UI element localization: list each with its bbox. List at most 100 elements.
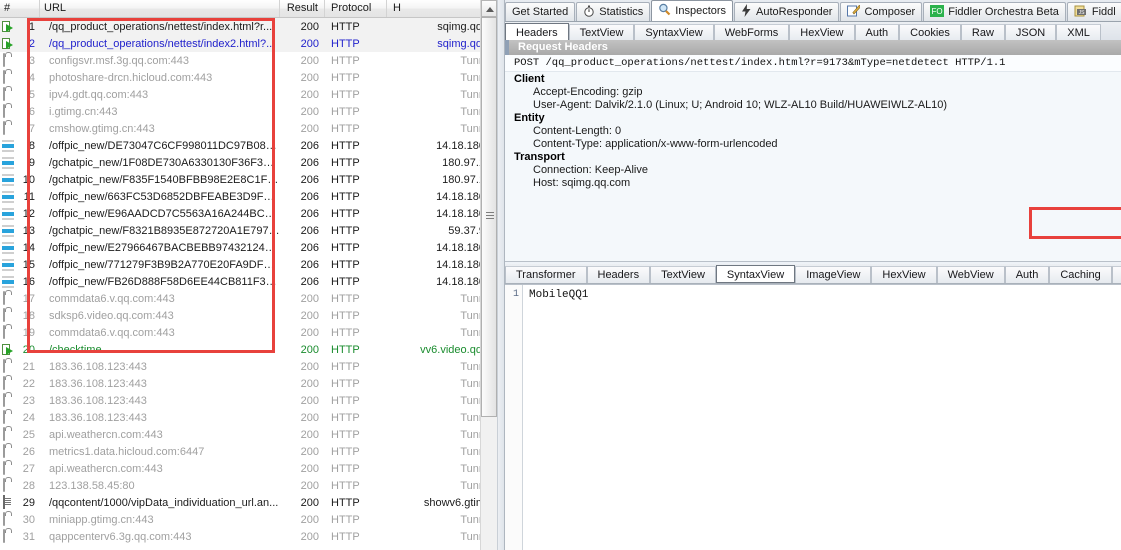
response-tab-imageview[interactable]: ImageView: [795, 266, 872, 283]
table-row[interactable]: 26 metrics1.data.hicloud.com:6447 200 HTTP T…: [0, 443, 497, 460]
scroll-up-button[interactable]: [481, 0, 497, 17]
row-index-cell[interactable]: 29: [0, 495, 40, 509]
row-index-cell[interactable]: 14: [0, 241, 40, 254]
row-index-cell[interactable]: 4: [0, 70, 40, 84]
tab-get-started[interactable]: Get Started: [505, 2, 576, 21]
row-index-cell[interactable]: 13: [0, 224, 40, 237]
row-index-cell[interactable]: 26: [0, 444, 40, 458]
row-index-cell[interactable]: 18: [0, 308, 40, 322]
table-row[interactable]: 24 183.36.108.123:443 200 HTTP Tunn: [0, 409, 497, 426]
column-header-url[interactable]: URL: [40, 0, 280, 17]
row-index-cell[interactable]: 15: [0, 258, 40, 271]
row-url[interactable]: /gchatpic_new/1F08DE730A6330130F36F3A5..: [40, 157, 280, 169]
column-header-protocol[interactable]: Protocol: [325, 0, 387, 17]
row-url[interactable]: photoshare-drcn.hicloud.com:443: [40, 72, 280, 84]
scrollbar-thumb[interactable]: [481, 17, 497, 417]
table-row[interactable]: 19 commdata6.v.qq.com:443 200 HTTP Tunn: [0, 324, 497, 341]
row-url[interactable]: 183.36.108.123:443: [40, 395, 280, 407]
table-row[interactable]: 10/gchatpic_new/F835F1540BFBB98E2E8C1FB5…: [0, 171, 497, 188]
row-url[interactable]: cmshow.gtimg.cn:443: [40, 123, 280, 135]
row-url[interactable]: /qqcontent/1000/vipData_individuation_ur…: [40, 497, 280, 509]
sessions-column-headers[interactable]: # URL Result Protocol H: [0, 0, 497, 18]
row-url[interactable]: /offpic_new/DE73047C6CF998011DC97B0876..…: [40, 140, 280, 152]
row-url[interactable]: /offpic_new/E27966467BACBEBB9743212440..: [40, 242, 280, 254]
row-url[interactable]: 183.36.108.123:443: [40, 412, 280, 424]
response-tab-transformer[interactable]: Transformer: [505, 266, 587, 283]
request-tab-xml[interactable]: XML: [1056, 24, 1101, 41]
request-tab-raw[interactable]: Raw: [960, 24, 1005, 41]
table-row[interactable]: 23 183.36.108.123:443 200 HTTP Tunn: [0, 392, 497, 409]
request-tab-headers[interactable]: Headers: [505, 23, 569, 41]
row-index-cell[interactable]: 16: [0, 275, 40, 288]
column-header-host[interactable]: H: [387, 0, 487, 17]
request-tab-textview[interactable]: TextView: [568, 24, 635, 41]
table-row[interactable]: 31 qappcenterv6.3g.qq.com:443 200 HTTP Tunn: [0, 528, 497, 545]
response-inspector-tab-bar[interactable]: Transformer Headers TextView SyntaxView Imag…: [505, 264, 1121, 284]
tab-inspectors[interactable]: Inspectors: [651, 0, 734, 21]
panel-splitter[interactable]: [497, 0, 505, 550]
row-index-cell[interactable]: 5: [0, 87, 40, 101]
request-tab-webforms[interactable]: WebForms: [713, 24, 790, 41]
tab-statistics[interactable]: Statistics: [576, 2, 651, 21]
row-index-cell[interactable]: 20: [0, 343, 40, 356]
row-index-cell[interactable]: 2: [0, 37, 40, 50]
table-row[interactable]: 6 i.gtimg.cn:443 200 HTTP Tunn: [0, 103, 497, 120]
row-index-cell[interactable]: 6: [0, 104, 40, 118]
row-index-cell[interactable]: 1: [0, 20, 40, 33]
response-syntaxview[interactable]: 1 MobileQQ1: [505, 284, 1121, 550]
table-row[interactable]: 8/offpic_new/DE73047C6CF998011DC97B0876.…: [0, 137, 497, 154]
table-row[interactable]: 12/offpic_new/E96AADCD7C5563A16A244BC86.…: [0, 205, 497, 222]
row-url[interactable]: /offpic_new/E96AADCD7C5563A16A244BC86..: [40, 208, 280, 220]
table-row[interactable]: 11/offpic_new/663FC53D6852DBFEABE3D9F8C.…: [0, 188, 497, 205]
row-url[interactable]: 183.36.108.123:443: [40, 361, 280, 373]
tab-autoresponder[interactable]: AutoResponder: [734, 2, 840, 21]
row-url[interactable]: /qq_product_operations/nettest/index.htm…: [40, 21, 280, 33]
sessions-vertical-scrollbar[interactable]: [480, 0, 497, 550]
row-index-cell[interactable]: 27: [0, 461, 40, 475]
request-tab-auth[interactable]: Auth: [854, 24, 900, 41]
row-url[interactable]: /qq_product_operations/nettest/index2.ht…: [40, 38, 280, 50]
row-index-cell[interactable]: 24: [0, 410, 40, 424]
table-row[interactable]: 17 commdata6.v.qq.com:443 200 HTTP Tunn: [0, 290, 497, 307]
row-url[interactable]: 123.138.58.45:80: [40, 480, 280, 492]
row-url[interactable]: commdata6.v.qq.com:443: [40, 327, 280, 339]
table-row[interactable]: 5 ipv4.gdt.qq.com:443 200 HTTP Tunn: [0, 86, 497, 103]
request-tab-syntaxview[interactable]: SyntaxView: [634, 24, 714, 41]
table-row[interactable]: 30 miniapp.gtimg.cn:443 200 HTTP Tunn: [0, 511, 497, 528]
row-url[interactable]: i.gtimg.cn:443: [40, 106, 280, 118]
response-tab-auth[interactable]: Auth: [1004, 266, 1050, 283]
request-tab-hexview[interactable]: HexView: [789, 24, 855, 41]
row-index-cell[interactable]: 12: [0, 207, 40, 220]
table-row[interactable]: 15/offpic_new/771279F3B9B2A770E20FA9DFDE…: [0, 256, 497, 273]
row-url[interactable]: api.weathercn.com:443: [40, 429, 280, 441]
table-row[interactable]: 28 123.138.58.45:80 200 HTTP Tunn: [0, 477, 497, 494]
request-tab-json[interactable]: JSON: [1004, 24, 1057, 41]
response-tab-syntaxview[interactable]: SyntaxView: [715, 265, 796, 283]
tab-fiddl[interactable]: JS Fiddl: [1066, 2, 1121, 21]
table-row[interactable]: 3 configsvr.msf.3g.qq.com:443 200 HTTP Tunn: [0, 52, 497, 69]
row-url[interactable]: api.weathercn.com:443: [40, 463, 280, 475]
table-row[interactable]: 21 183.36.108.123:443 200 HTTP Tunn: [0, 358, 497, 375]
tab-composer[interactable]: Composer: [840, 2, 923, 21]
row-index-cell[interactable]: 19: [0, 325, 40, 339]
row-url[interactable]: ipv4.gdt.qq.com:443: [40, 89, 280, 101]
row-index-cell[interactable]: 21: [0, 359, 40, 373]
request-inspector-tab-bar[interactable]: Headers TextView SyntaxView WebForms HexView…: [505, 22, 1121, 42]
scrollbar-track[interactable]: [481, 17, 497, 550]
row-index-cell[interactable]: 30: [0, 512, 40, 526]
table-row[interactable]: 16/offpic_new/FB26D888F58D6EE44CB811F3B4…: [0, 273, 497, 290]
table-row[interactable]: 4 photoshare-drcn.hicloud.com:443 200 HTTP T…: [0, 69, 497, 86]
table-row[interactable]: 20/checktime 200 HTTP vv6.video.qq.: [0, 341, 497, 358]
table-row[interactable]: 18 sdksp6.video.qq.com:443 200 HTTP Tunn: [0, 307, 497, 324]
row-index-cell[interactable]: 8: [0, 139, 40, 152]
row-index-cell[interactable]: 11: [0, 190, 40, 203]
response-tab-headers[interactable]: Headers: [586, 266, 651, 283]
row-url[interactable]: miniapp.gtimg.cn:443: [40, 514, 280, 526]
main-tab-bar[interactable]: Get Started Statistics Inspectors AutoRespo…: [505, 0, 1121, 22]
column-header-result[interactable]: Result: [280, 0, 325, 17]
row-index-cell[interactable]: 7: [0, 121, 40, 135]
response-tab-textview[interactable]: TextView: [650, 266, 716, 283]
table-row[interactable]: 27 api.weathercn.com:443 200 HTTP Tunn: [0, 460, 497, 477]
table-row[interactable]: 25 api.weathercn.com:443 200 HTTP Tunn: [0, 426, 497, 443]
row-url[interactable]: /gchatpic_new/F835F1540BFBB98E2E8C1FB5..: [40, 174, 280, 186]
